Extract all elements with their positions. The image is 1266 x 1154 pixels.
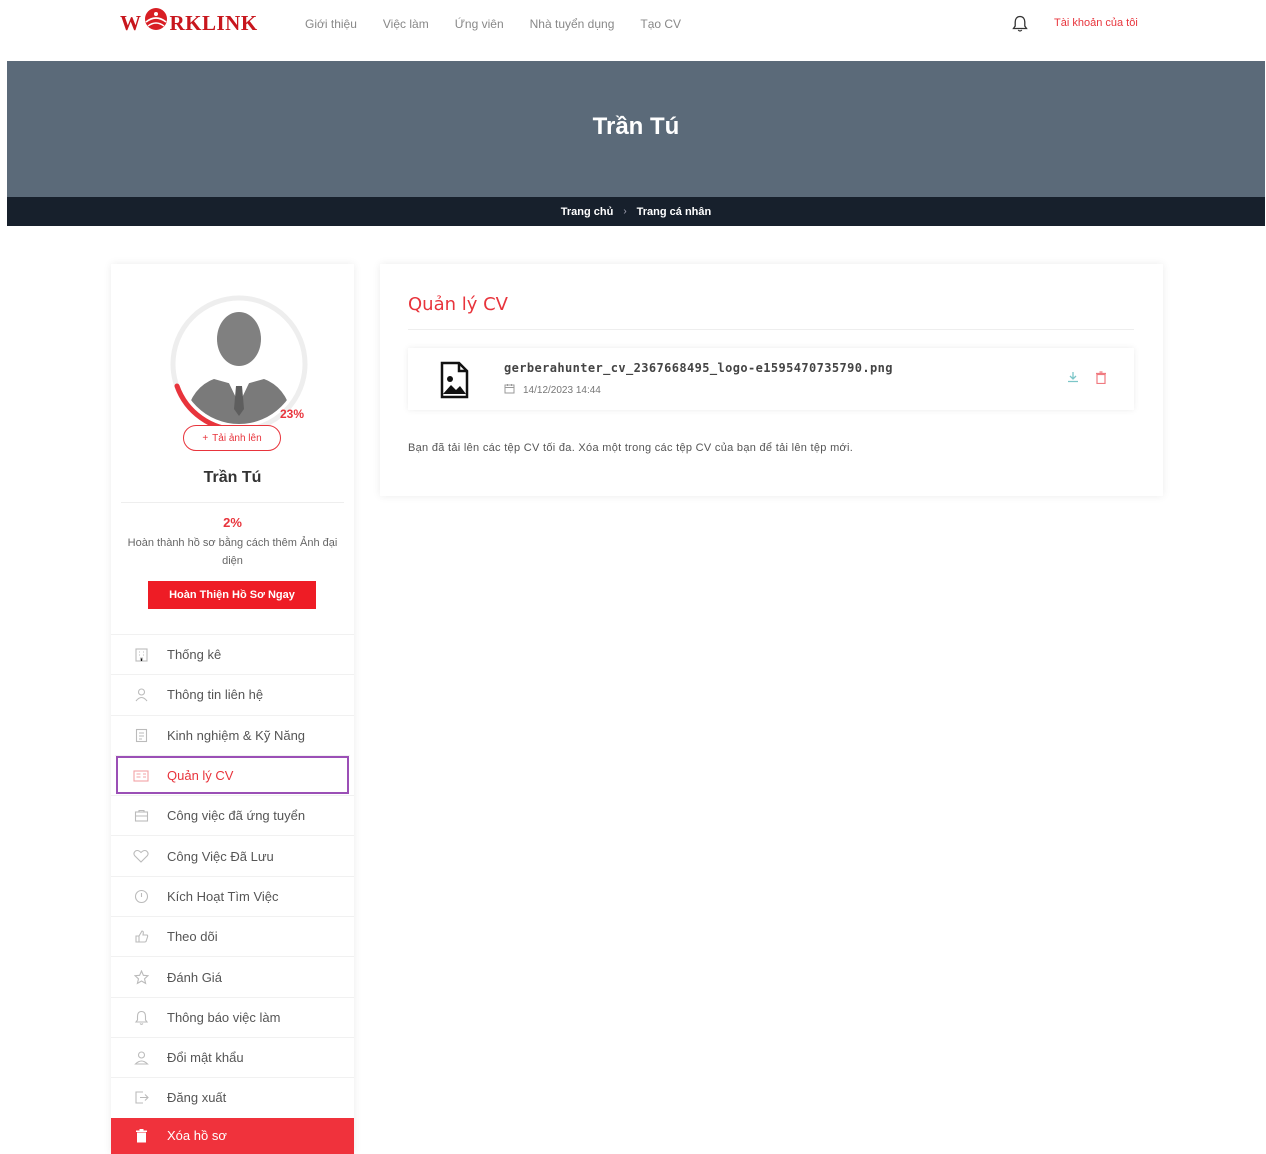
nav-link-nha-tuyen-dung[interactable]: Nhà tuyển dụng: [530, 17, 615, 31]
upload-photo-label: Tải ảnh lên: [212, 432, 262, 444]
sidebar-item-label: Thông tin liên hệ: [167, 687, 264, 703]
breadcrumb-current: Trang cá nhân: [636, 205, 712, 218]
briefcase-icon: [133, 808, 149, 824]
sidebar-item-doi-mat-khau[interactable]: Đổi mật khẩu: [111, 1036, 354, 1077]
sidebar-item-thong-ke[interactable]: Thống kê: [111, 634, 354, 674]
logo-globe-icon: [143, 8, 169, 36]
upload-photo-button[interactable]: + Tải ảnh lên: [183, 425, 281, 451]
plus-icon: +: [202, 432, 209, 444]
sidebar-item-dang-xuat[interactable]: Đăng xuất: [111, 1077, 354, 1117]
logo-text-left: W: [120, 10, 142, 35]
nav-link-tao-cv[interactable]: Tạo CV: [640, 17, 681, 31]
section-title: Quản lý CV: [408, 294, 508, 315]
sidebar-item-label: Theo dõi: [167, 929, 218, 945]
sidebar-item-label: Thống kê: [167, 647, 222, 663]
worklink-logo[interactable]: W RKLINK: [120, 8, 258, 36]
profile-sidebar: 23% + Tải ảnh lên Trần Tú 2% Hoàn thành …: [111, 264, 354, 1154]
divider: [408, 329, 1134, 330]
nav-link-gioi-thieu[interactable]: Giới thiệu: [305, 17, 357, 31]
sidebar-menu: Thống kê Thông tin liên hệ Kinh nghiệm &…: [111, 634, 354, 1154]
sidebar-item-label: Đổi mật khẩu: [167, 1050, 244, 1066]
cv-management-panel: Quản lý CV gerberahunter_cv_2367668495_l…: [380, 264, 1163, 496]
account-link[interactable]: Tài khoản của tôi: [1054, 17, 1138, 29]
divider: [121, 502, 344, 503]
sidebar-item-label: Đăng xuất: [167, 1090, 227, 1106]
sidebar-item-theo-doi[interactable]: Theo dõi: [111, 916, 354, 956]
image-file-icon: [434, 360, 474, 400]
top-navbar: W RKLINK Giới thiệu Việc làm Ứng viên Nh…: [0, 0, 1266, 48]
cv-actions: [1066, 370, 1108, 384]
thumbs-up-icon: [133, 929, 149, 945]
profile-banner: Trần Tú: [7, 61, 1265, 197]
sidebar-item-cong-viec-da-ung-tuyen[interactable]: Công việc đã ứng tuyển: [111, 795, 354, 835]
sidebar-item-danh-gia[interactable]: Đánh Giá: [111, 956, 354, 996]
cv-filename[interactable]: gerberahunter_cv_2367668495_logo-e159547…: [504, 361, 893, 375]
sidebar-item-label: Xóa hồ sơ: [167, 1128, 227, 1144]
complete-profile-button[interactable]: Hoàn Thiện Hồ Sơ Ngay: [148, 581, 316, 609]
main-nav: Giới thiệu Việc làm Ứng viên Nhà tuyển d…: [305, 17, 681, 31]
cv-upload-date: 14/12/2023 14:44: [504, 383, 601, 397]
breadcrumb: Trang chủ › Trang cá nhân: [7, 197, 1265, 226]
star-icon: [133, 969, 149, 985]
sidebar-item-label: Thông báo việc làm: [167, 1009, 281, 1025]
bell-icon[interactable]: [1012, 15, 1028, 33]
sidebar-item-label: Đánh Giá: [167, 969, 222, 985]
logo-text-right: RKLINK: [169, 10, 258, 35]
completion-percent: 2%: [223, 515, 242, 530]
sidebar-item-cong-viec-da-luu[interactable]: Công Việc Đã Lưu: [111, 835, 354, 875]
sidebar-item-thong-bao-viec-lam[interactable]: Thông báo việc làm: [111, 996, 354, 1037]
logout-icon: [133, 1090, 149, 1106]
trash-icon[interactable]: [1094, 370, 1108, 384]
cv-file-item[interactable]: gerberahunter_cv_2367668495_logo-e159547…: [408, 348, 1134, 410]
sidebar-item-label: Kích Hoạt Tìm Việc: [167, 888, 279, 904]
sidebar-item-label: Quản lý CV: [167, 768, 234, 784]
sidebar-item-label: Công Việc Đã Lưu: [167, 848, 274, 864]
completion-text: Hoàn thành hồ sơ bằng cách thêm Ảnh đại …: [127, 537, 338, 567]
sidebar-item-label: Công việc đã ứng tuyển: [167, 808, 306, 824]
nav-link-viec-lam[interactable]: Việc làm: [383, 17, 429, 31]
user-icon: [133, 687, 149, 703]
download-icon[interactable]: [1066, 370, 1080, 384]
sidebar-item-xoa-ho-so[interactable]: Xóa hồ sơ: [111, 1117, 354, 1154]
sidebar-item-kinh-nghiem[interactable]: Kinh nghiệm & Kỹ Năng: [111, 714, 354, 755]
bell-icon: [133, 1009, 149, 1025]
power-icon: [133, 888, 149, 904]
sidebar-item-thong-tin-lien-he[interactable]: Thông tin liên hệ: [111, 674, 354, 714]
document-icon: [133, 727, 149, 743]
sidebar-item-label: Kinh nghiệm & Kỹ Năng: [167, 727, 306, 743]
avatar-progress-label: 23%: [280, 407, 305, 421]
heart-icon: [133, 848, 149, 864]
max-cv-note: Bạn đã tải lên các tệp CV tối đa. Xóa mộ…: [408, 442, 854, 454]
cv-date-text: 14/12/2023 14:44: [523, 384, 601, 396]
banner-title: Trần Tú: [592, 113, 680, 140]
trash-icon: [133, 1128, 149, 1144]
nav-link-ung-vien[interactable]: Ứng viên: [455, 17, 504, 31]
calendar-icon: [504, 383, 515, 397]
profile-name: Trần Tú: [203, 469, 262, 486]
user-lock-icon: [133, 1050, 149, 1066]
cv-card-icon: [133, 768, 149, 784]
breadcrumb-home[interactable]: Trang chủ: [561, 206, 614, 218]
sidebar-item-kich-hoat-tim-viec[interactable]: Kích Hoạt Tìm Việc: [111, 875, 354, 916]
breadcrumb-separator: ›: [623, 206, 627, 217]
sidebar-item-quan-ly-cv[interactable]: Quản lý CV: [115, 754, 350, 795]
building-icon: [133, 647, 149, 663]
